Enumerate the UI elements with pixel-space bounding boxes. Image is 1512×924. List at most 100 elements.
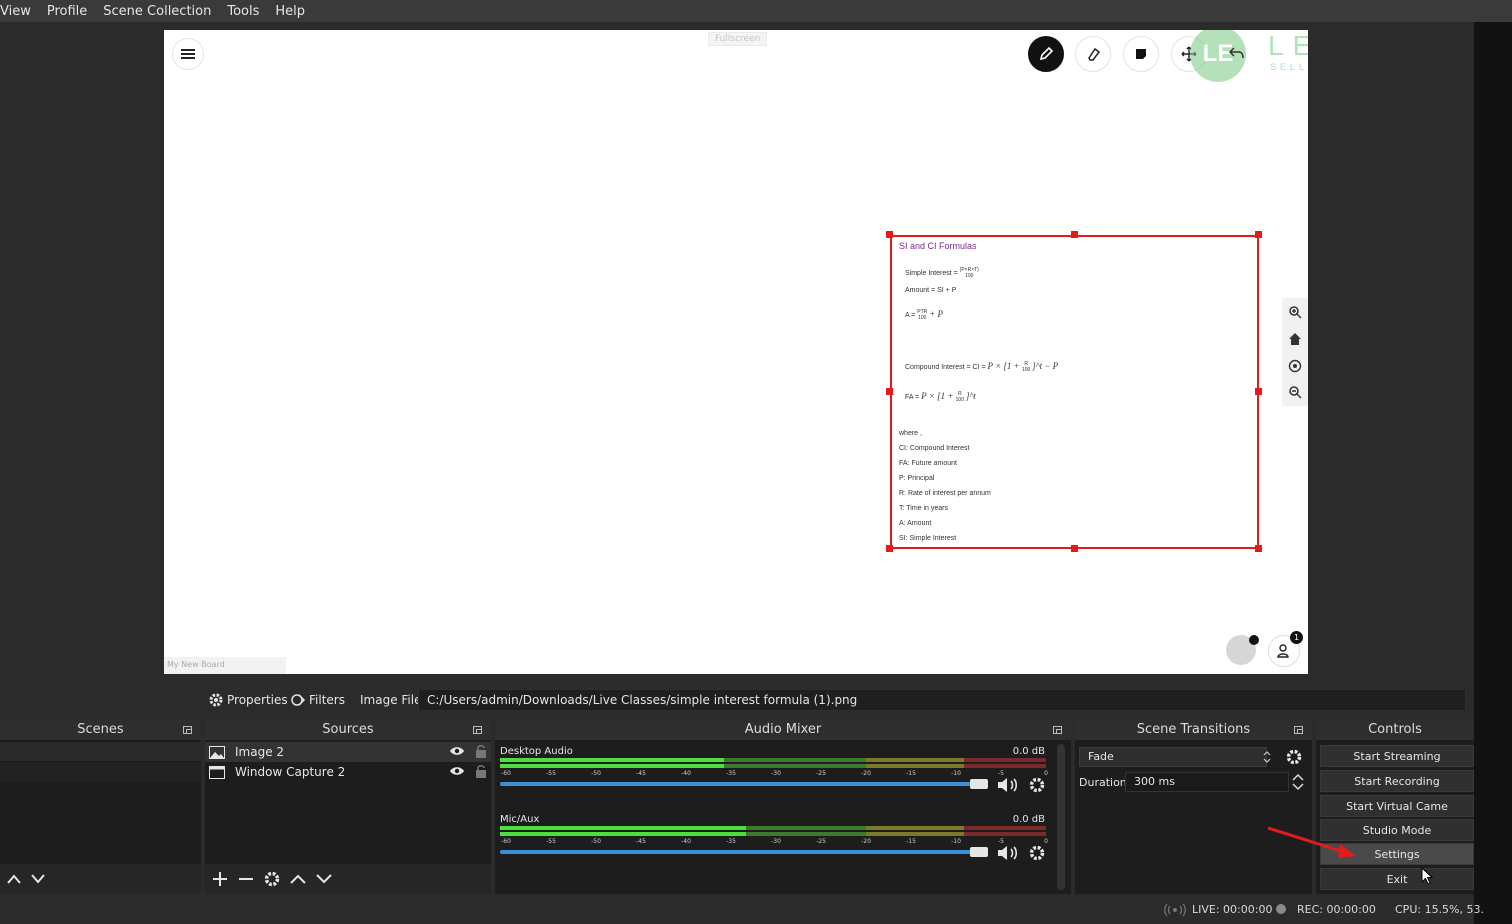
si-denominator: 100 (965, 273, 974, 279)
meter-ticks: -60 -55 -50 -45 -40 -35 -30 -25 -20 -15 -10 -5 0 (500, 770, 1048, 782)
resize-handle[interactable] (1071, 231, 1078, 238)
ci-tail: ]^t − P (1032, 361, 1059, 371)
duration-input[interactable]: 300 ms (1125, 772, 1289, 792)
resize-handle[interactable] (1255, 545, 1262, 552)
menu-profile[interactable]: Profile (39, 4, 95, 19)
meter-bar-left (500, 758, 1046, 762)
properties-button[interactable]: Properties (208, 691, 288, 709)
chevron-down-icon (316, 874, 332, 884)
eye-icon[interactable] (449, 745, 465, 757)
mixer-scrollbar[interactable] (1057, 744, 1065, 890)
meter-fill (500, 758, 724, 762)
meter-tick-label: -40 (681, 838, 691, 845)
filters-icon (291, 694, 306, 706)
zoom-out-button[interactable] (1287, 384, 1303, 400)
window-icon (209, 765, 225, 779)
lock-icon[interactable] (475, 764, 487, 778)
eye-icon[interactable] (449, 765, 465, 777)
eraser-tool-button[interactable] (1075, 36, 1111, 72)
menu-scene-collection[interactable]: Scene Collection (95, 4, 219, 19)
start-virtual-camera-button[interactable]: Start Virtual Came (1320, 795, 1474, 817)
audio-mixer-dock: Audio Mixer Desktop Audio 0.0 dB -60 -55 -… (495, 720, 1071, 894)
menu-tools[interactable]: Tools (219, 4, 267, 19)
exit-button[interactable]: Exit (1320, 868, 1474, 890)
transition-spinner[interactable] (1258, 747, 1276, 767)
target-icon (1288, 359, 1302, 373)
undo-icon[interactable] (1228, 44, 1246, 62)
scenes-dock: Scenes (0, 720, 201, 894)
image-path-field[interactable]: C:/Users/admin/Downloads/Live Classes/si… (418, 689, 1466, 711)
menu-help[interactable]: Help (267, 4, 313, 19)
gear-icon[interactable] (1285, 748, 1303, 766)
source-properties-button[interactable] (263, 870, 281, 888)
resize-handle[interactable] (1255, 231, 1262, 238)
meter-tick-label: -25 (816, 770, 826, 777)
resize-handle[interactable] (886, 545, 893, 552)
scenes-title: Scenes (0, 720, 201, 740)
si-formula: Simple Interest = (P×R×T) 100 (905, 267, 979, 279)
meter-tick-label: -10 (951, 770, 961, 777)
volume-slider[interactable] (500, 782, 976, 786)
speaker-icon[interactable] (996, 776, 1022, 794)
sources-toolbar (205, 864, 491, 894)
resize-handle[interactable] (1071, 545, 1078, 552)
start-streaming-button[interactable]: Start Streaming (1320, 745, 1474, 767)
gear-icon[interactable] (1028, 844, 1046, 862)
participants-icon (1277, 644, 1289, 658)
formula-image-source[interactable]: SI and CI Formulas Simple Interest = (P×… (890, 235, 1259, 549)
source-item-image-2[interactable]: Image 2 (205, 742, 491, 762)
board-name[interactable]: My New Board (164, 657, 286, 674)
sticky-note-button[interactable] (1123, 36, 1159, 72)
ci-denominator: 100 (1021, 367, 1031, 374)
resize-handle[interactable] (886, 388, 893, 395)
volume-slider[interactable] (500, 850, 976, 854)
resize-handle[interactable] (1255, 388, 1262, 395)
move-source-down-button[interactable] (315, 873, 333, 885)
resize-handle[interactable] (886, 231, 893, 238)
undock-icon[interactable] (1053, 726, 1062, 734)
speaker-icon[interactable] (996, 844, 1022, 862)
pen-tool-button[interactable] (1028, 36, 1064, 72)
recenter-button[interactable] (1287, 358, 1303, 374)
hamburger-menu-button[interactable] (172, 38, 204, 70)
meter-tick-label: -60 (501, 838, 511, 845)
undock-icon[interactable] (1294, 726, 1303, 734)
zoom-out-icon (1289, 386, 1302, 399)
mouse-cursor-icon (1421, 867, 1433, 885)
duration-stepper-icon[interactable] (1291, 772, 1305, 792)
start-recording-button[interactable]: Start Recording (1320, 770, 1474, 792)
gear-icon[interactable] (1028, 776, 1046, 794)
filters-button[interactable]: Filters (290, 691, 345, 709)
menu-view[interactable]: View (0, 4, 39, 19)
learnyst-logo-text: LEARNYST (1268, 30, 1308, 61)
transition-select[interactable]: Fade (1079, 747, 1267, 767)
lock-icon[interactable] (475, 744, 487, 758)
home-button[interactable] (1287, 331, 1303, 347)
move-scene-up-button[interactable] (6, 873, 22, 885)
source-type-label: Image File (360, 693, 422, 707)
move-source-up-button[interactable] (289, 873, 307, 885)
remove-source-button[interactable] (237, 870, 255, 888)
meter-tick-label: -30 (771, 838, 781, 845)
a-fraction: PTR 100 (917, 309, 927, 321)
scene-row[interactable] (0, 763, 201, 782)
meter-bar-right (500, 764, 1046, 768)
source-item-window-capture-2[interactable]: Window Capture 2 (205, 762, 491, 782)
undock-icon[interactable] (183, 726, 192, 734)
pencil-icon (1039, 46, 1054, 61)
zoom-in-button[interactable] (1287, 304, 1303, 320)
move-scene-down-button[interactable] (30, 873, 46, 885)
fa-expression: P × [1 + (921, 391, 956, 401)
scene-row[interactable] (0, 742, 201, 761)
live-timer: LIVE: 00:00:00 (1192, 903, 1273, 916)
status-bar: LIVE: 00:00:00 REC: 00:00:00 CPU: 15.5%,… (0, 896, 1484, 924)
scene-transitions-title: Scene Transitions (1075, 720, 1312, 740)
menu-bar: View Profile Scene Collection Tools Help (0, 0, 1512, 22)
add-source-button[interactable] (211, 870, 229, 888)
preview-canvas[interactable]: Fullscreen LE LEARNYST SELL COURSES ONLI… (164, 30, 1308, 674)
si-label: Simple Interest = (905, 269, 958, 277)
volume-slider-handle[interactable] (970, 847, 988, 857)
volume-slider-handle[interactable] (970, 779, 988, 789)
undock-icon[interactable] (473, 726, 482, 734)
fullscreen-tab[interactable]: Fullscreen (708, 32, 768, 46)
